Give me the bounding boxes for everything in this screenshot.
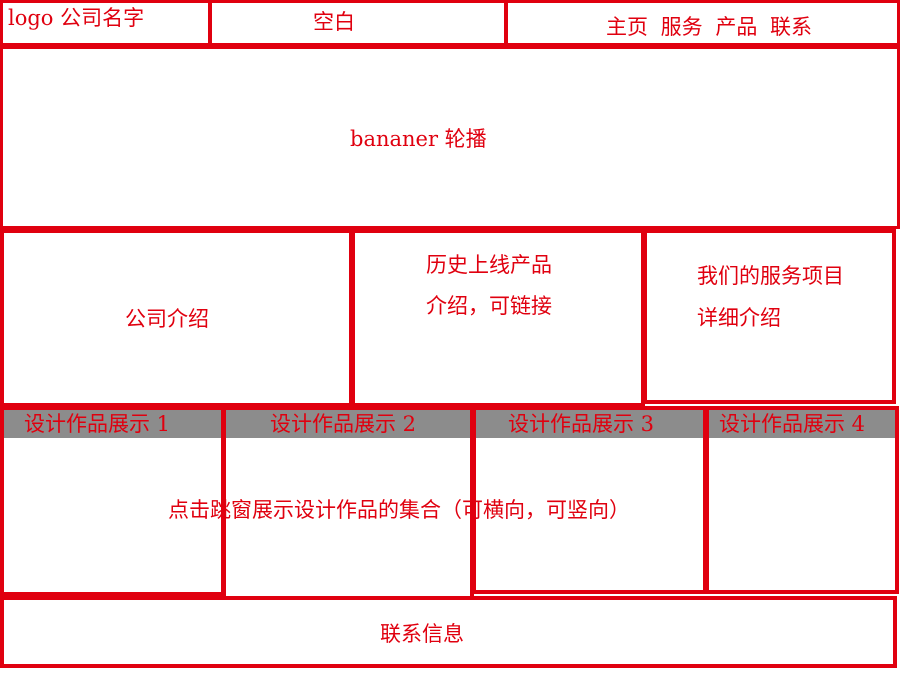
- company-intro-label: 公司介绍: [125, 307, 209, 331]
- showcase-note: 点击跳窗展示设计作品的集合（可横向，可竖向）: [168, 498, 630, 522]
- banner-label: bananer 轮播: [350, 127, 487, 151]
- services-line2: 详细介绍: [697, 306, 781, 330]
- footer-contact-label: 联系信息: [380, 622, 464, 646]
- services-line1: 我们的服务项目: [697, 264, 844, 288]
- history-products-line1: 历史上线产品: [426, 253, 552, 277]
- nav-menu[interactable]: 主页 服务 产品 联系: [606, 17, 812, 38]
- blank-label: 空白: [313, 10, 355, 34]
- showcase-title-bar-4: 设计作品展示 4: [709, 410, 895, 438]
- showcase-title-bar-1: 设计作品展示 1: [4, 410, 221, 438]
- history-products-line2[interactable]: 介绍，可链接: [426, 296, 552, 317]
- showcase-title-bar-3: 设计作品展示 3: [476, 410, 703, 438]
- showcase-title-bar-2: 设计作品展示 2: [226, 410, 470, 438]
- logo-company-name: logo 公司名字: [8, 6, 145, 30]
- blank-box: [209, 0, 507, 46]
